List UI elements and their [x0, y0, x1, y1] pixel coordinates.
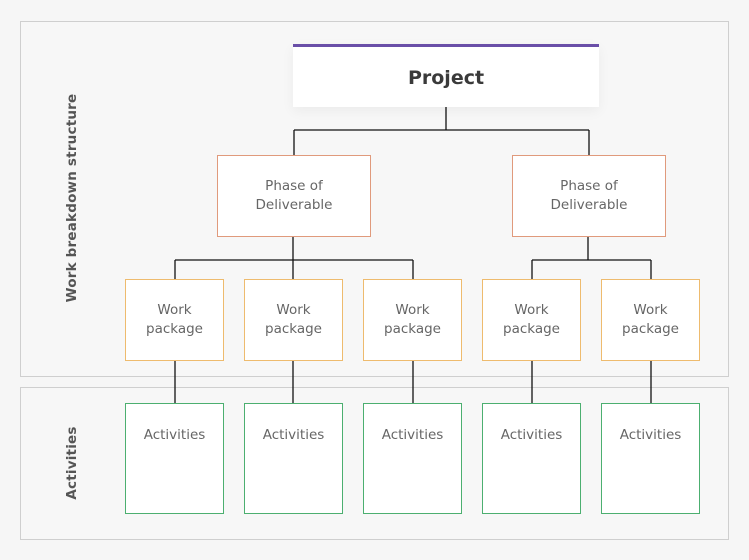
wbs-section-label: Work breakdown structure: [64, 93, 80, 303]
activity-node: Activities: [244, 403, 343, 514]
phase-node: Phase of Deliverable: [217, 155, 371, 237]
activity-node: Activities: [363, 403, 462, 514]
work-package-label: Work package: [503, 302, 560, 337]
work-package-label: Work package: [384, 302, 441, 337]
work-package-label: Work package: [265, 302, 322, 337]
activity-label: Activities: [381, 427, 444, 443]
project-label: Project: [407, 66, 485, 89]
work-package-node: Work package: [601, 279, 700, 361]
phase-label: Phase of Deliverable: [255, 178, 333, 213]
activities-section-label: Activities: [64, 426, 80, 500]
activity-label: Activities: [143, 427, 206, 443]
work-package-node: Work package: [482, 279, 581, 361]
activity-label: Activities: [619, 427, 682, 443]
work-package-node: Work package: [363, 279, 462, 361]
activity-node: Activities: [601, 403, 700, 514]
activity-node: Activities: [125, 403, 224, 514]
work-package-label: Work package: [146, 302, 203, 337]
work-package-node: Work package: [125, 279, 224, 361]
activity-label: Activities: [262, 427, 325, 443]
phase-node: Phase of Deliverable: [512, 155, 666, 237]
phase-label: Phase of Deliverable: [550, 178, 628, 213]
activity-node: Activities: [482, 403, 581, 514]
work-package-node: Work package: [244, 279, 343, 361]
work-package-label: Work package: [622, 302, 679, 337]
activity-label: Activities: [500, 427, 563, 443]
project-node: Project: [293, 44, 599, 107]
